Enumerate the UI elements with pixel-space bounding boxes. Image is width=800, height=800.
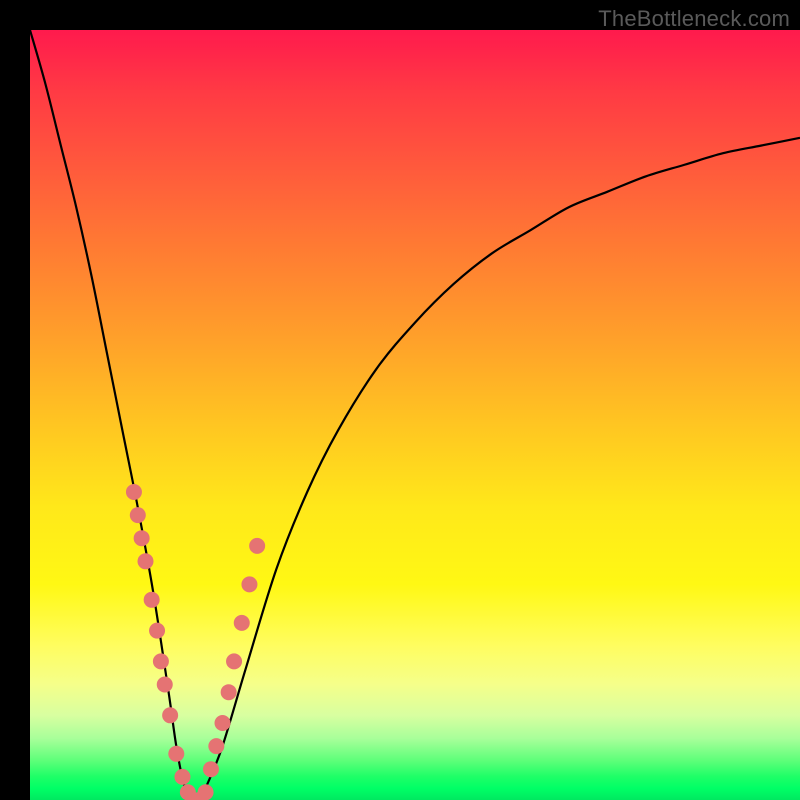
chart-frame: TheBottleneck.com xyxy=(0,0,800,800)
highlight-dot xyxy=(203,761,219,777)
highlight-dot xyxy=(208,738,224,754)
highlight-dot xyxy=(174,769,190,785)
highlight-dot xyxy=(153,653,169,669)
highlight-dot xyxy=(198,784,214,800)
plot-area xyxy=(30,30,800,800)
highlight-dots-group xyxy=(126,484,265,800)
chart-svg xyxy=(30,30,800,800)
highlight-dot xyxy=(241,576,257,592)
highlight-dot xyxy=(168,746,184,762)
highlight-dot xyxy=(157,677,173,693)
highlight-dot xyxy=(134,530,150,546)
highlight-dot xyxy=(144,592,160,608)
highlight-dot xyxy=(126,484,142,500)
highlight-dot xyxy=(162,707,178,723)
highlight-dot xyxy=(138,553,154,569)
highlight-dot xyxy=(149,623,165,639)
bottleneck-curve-path xyxy=(30,30,800,800)
highlight-dot xyxy=(234,615,250,631)
watermark-text: TheBottleneck.com xyxy=(598,6,790,32)
highlight-dot xyxy=(226,653,242,669)
highlight-dot xyxy=(130,507,146,523)
highlight-dot xyxy=(249,538,265,554)
highlight-dot xyxy=(221,684,237,700)
highlight-dot xyxy=(215,715,231,731)
